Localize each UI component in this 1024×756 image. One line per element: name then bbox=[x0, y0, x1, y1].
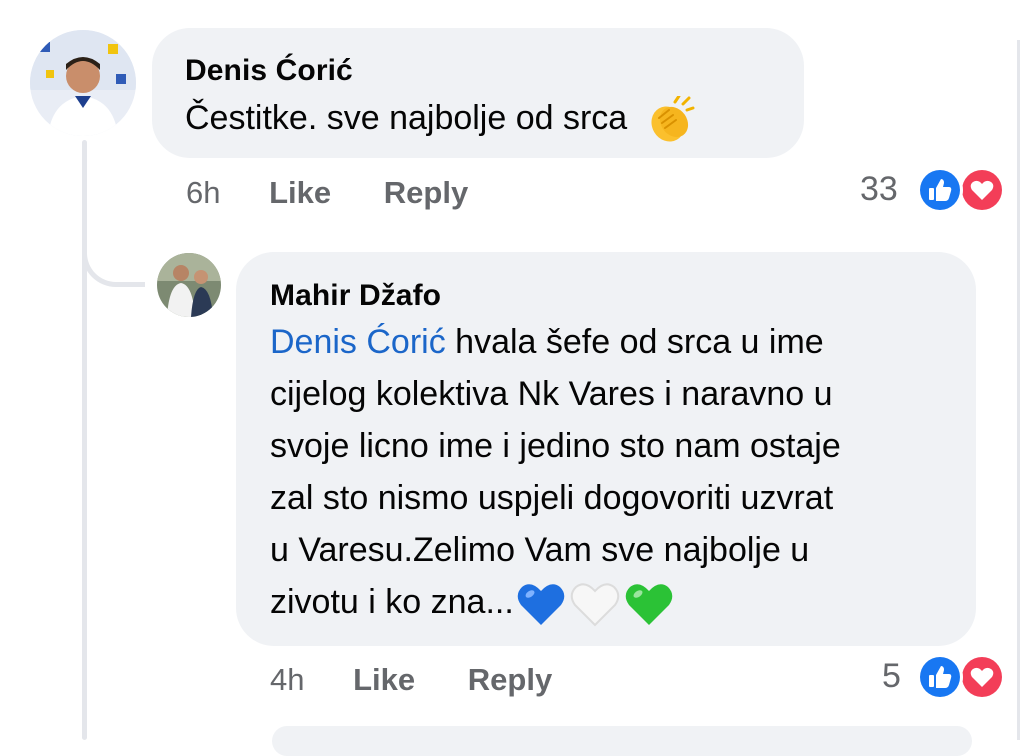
avatar[interactable] bbox=[30, 30, 136, 136]
like-button[interactable]: Like bbox=[269, 175, 331, 210]
reply-button[interactable]: Reply bbox=[384, 175, 468, 210]
like-button[interactable]: Like bbox=[353, 662, 415, 697]
comment-text-line: Čestitke. sve najbolje od srca bbox=[185, 92, 695, 144]
comment-text-line: zal sto nismo uspjeli dogovoriti uzvrat bbox=[270, 479, 834, 517]
comment-text-line: u Varesu.Zelimo Vam sve najbolje u bbox=[270, 531, 810, 569]
comment-author[interactable]: Mahir Džafo bbox=[270, 279, 441, 313]
reply-button[interactable]: Reply bbox=[468, 662, 552, 697]
love-icon[interactable] bbox=[959, 167, 1005, 213]
like-icon[interactable] bbox=[917, 167, 963, 213]
thread-connector bbox=[82, 230, 145, 287]
comment-text: Denis Ćorić hvala šefe od srca u ime cij… bbox=[270, 316, 960, 628]
comment-text-line: svoje licno ime i jedino sto nam ostaje bbox=[270, 427, 841, 465]
mention-link[interactable]: Denis Ćorić bbox=[270, 323, 446, 361]
comment-timestamp[interactable]: 4h bbox=[270, 662, 304, 697]
clapping-hands-emoji bbox=[645, 96, 695, 144]
comment-timestamp[interactable]: 6h bbox=[186, 175, 220, 210]
comment-text: Čestitke. sve najbolje od srca bbox=[185, 99, 628, 137]
comment-meta: 6h Like Reply bbox=[186, 175, 468, 211]
comment-author[interactable]: Denis Ćorić bbox=[185, 54, 353, 88]
blue-heart-emoji bbox=[516, 581, 566, 627]
green-heart-emoji bbox=[624, 581, 674, 627]
white-heart-emoji bbox=[570, 581, 620, 627]
love-icon[interactable] bbox=[959, 654, 1005, 700]
scrollbar-track bbox=[1017, 40, 1020, 740]
comment-meta: 4h Like Reply bbox=[270, 662, 552, 698]
reaction-count[interactable]: 5 bbox=[882, 657, 901, 696]
comment-bubble: Mahir Džafo Denis Ćorić hvala šefe od sr… bbox=[236, 252, 976, 646]
comment-text-line: zivotu i ko zna... bbox=[270, 583, 514, 621]
comment-bubble: Denis Ćorić Čestitke. sve najbolje od sr… bbox=[152, 28, 804, 158]
like-icon[interactable] bbox=[917, 654, 963, 700]
comment-text-line: cijelog kolektiva Nk Vares i naravno u bbox=[270, 375, 833, 413]
comment-text-line: hvala šefe od srca u ime bbox=[445, 323, 824, 361]
reaction-count[interactable]: 33 bbox=[860, 170, 898, 209]
avatar[interactable] bbox=[157, 253, 221, 317]
